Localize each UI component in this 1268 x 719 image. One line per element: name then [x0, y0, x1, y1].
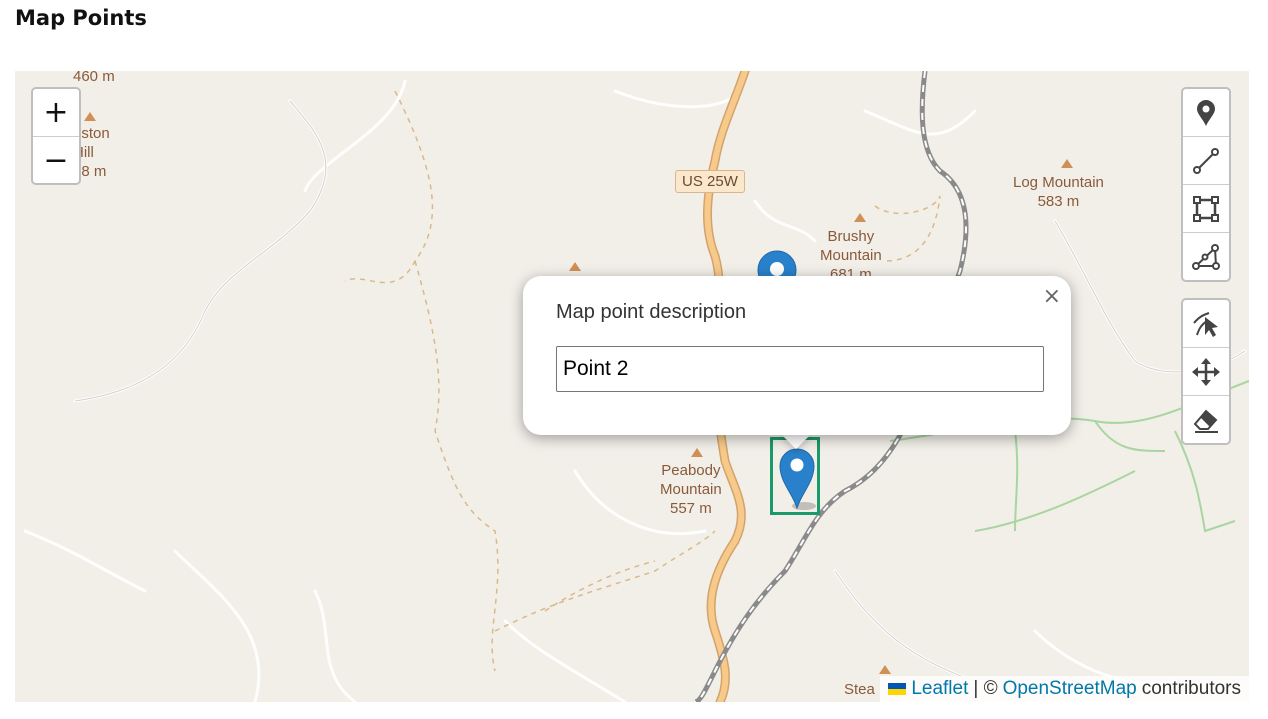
map-label-log-mountain: Log Mountain 583 m: [1013, 174, 1104, 210]
peak-icon: [691, 448, 703, 457]
map-marker-point-2[interactable]: [778, 446, 818, 511]
map-label-peabody-mountain: Peabody Mountain 557 m: [660, 462, 722, 517]
edit-icon: [1193, 311, 1218, 337]
marker-icon: [1197, 99, 1215, 126]
peak-icon: [569, 262, 581, 271]
map-label-elevation: 460 m: [73, 71, 115, 85]
draw-toolbar: [1181, 87, 1231, 282]
popup-close-button[interactable]: ×: [1043, 284, 1061, 309]
peak-icon: [854, 213, 866, 222]
rectangle-icon: [1193, 195, 1219, 222]
map-point-description-input[interactable]: [556, 346, 1044, 392]
polygon-icon: [1192, 243, 1220, 270]
eraser-icon: [1193, 409, 1218, 433]
zoom-control: + −: [31, 87, 81, 185]
map-attribution: Leaflet | © OpenStreetMap contributors: [880, 676, 1249, 702]
edit-toolbar: [1181, 298, 1231, 445]
map-label-bottom: Stea: [844, 681, 875, 698]
map-marker-point-1[interactable]: [756, 249, 798, 279]
edit-layers-button[interactable]: [1183, 300, 1229, 347]
drag-layers-button[interactable]: [1183, 347, 1229, 395]
draw-polyline-button[interactable]: [1183, 136, 1229, 184]
move-icon: [1192, 357, 1220, 386]
route-shield-us25w: US 25W: [675, 170, 745, 193]
attribution-suffix: contributors: [1141, 678, 1241, 699]
remove-layers-button[interactable]: [1183, 395, 1229, 443]
map-point-popup: × Map point description: [523, 276, 1071, 435]
draw-rectangle-button[interactable]: [1183, 184, 1229, 232]
openstreetmap-link[interactable]: OpenStreetMap: [1003, 678, 1137, 700]
page-title: Map Points: [15, 6, 147, 30]
draw-marker-button[interactable]: [1183, 89, 1229, 136]
ukraine-flag-icon: [888, 683, 907, 695]
leaflet-link[interactable]: Leaflet: [911, 678, 968, 700]
zoom-in-button[interactable]: +: [33, 89, 79, 136]
attribution-separator: | ©: [973, 678, 998, 699]
zoom-out-button[interactable]: −: [33, 136, 79, 184]
draw-polygon-button[interactable]: [1183, 232, 1229, 280]
popup-label: Map point description: [556, 301, 747, 323]
peak-icon: [84, 112, 96, 121]
peak-icon: [1061, 159, 1073, 168]
polyline-icon: [1193, 147, 1219, 174]
peak-icon: [879, 665, 891, 674]
